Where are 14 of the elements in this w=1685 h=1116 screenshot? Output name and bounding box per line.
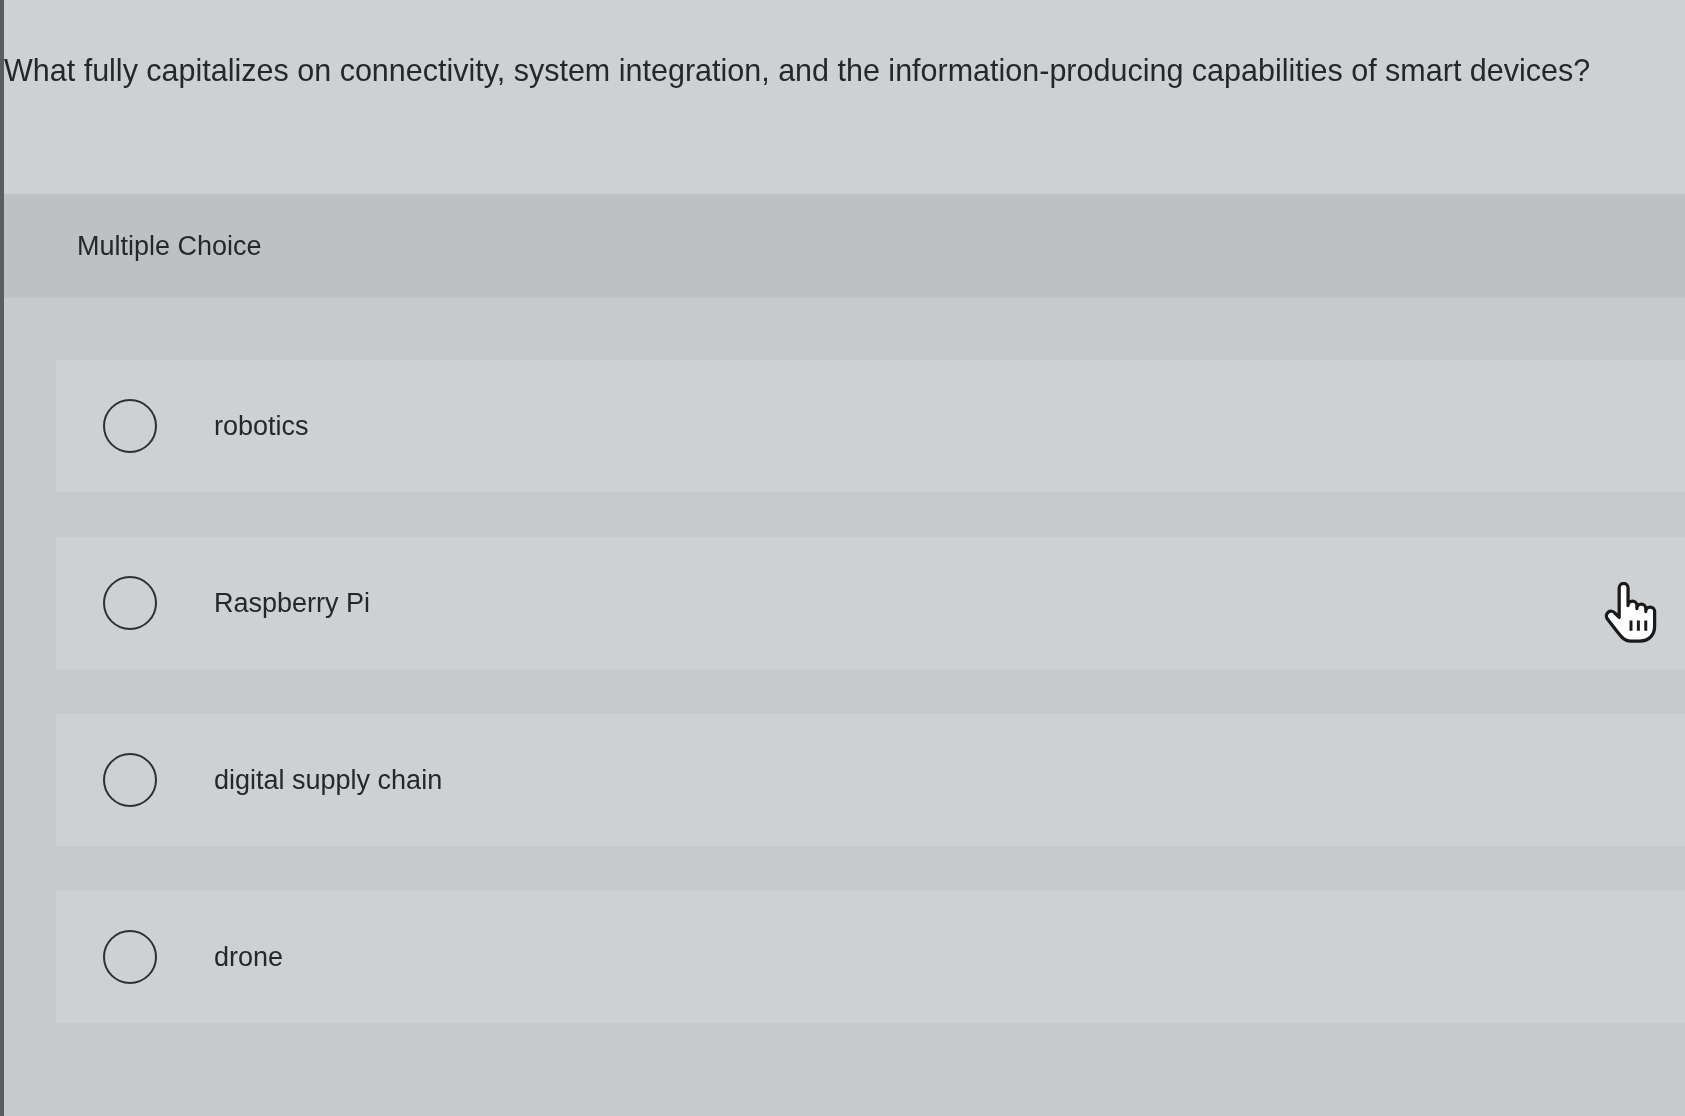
option-label: digital supply chain	[214, 763, 443, 797]
option-card[interactable]: digital supply chain	[56, 714, 1685, 846]
radio-button[interactable]	[103, 753, 157, 807]
option-label: robotics	[214, 409, 309, 443]
question-text: What fully capitalizes on connectivity, system integration, and the information-producing capabilities of smart devices?	[4, 52, 1592, 90]
option-label: drone	[214, 940, 284, 974]
section-label: Multiple Choice	[77, 229, 262, 263]
radio-button[interactable]	[103, 576, 157, 630]
radio-button[interactable]	[103, 399, 157, 453]
option-card[interactable]: Raspberry Pi	[56, 537, 1685, 669]
radio-button[interactable]	[103, 930, 157, 984]
option-card[interactable]: robotics	[56, 360, 1685, 492]
option-label: Raspberry Pi	[214, 586, 371, 620]
option-card[interactable]: drone	[56, 891, 1685, 1023]
